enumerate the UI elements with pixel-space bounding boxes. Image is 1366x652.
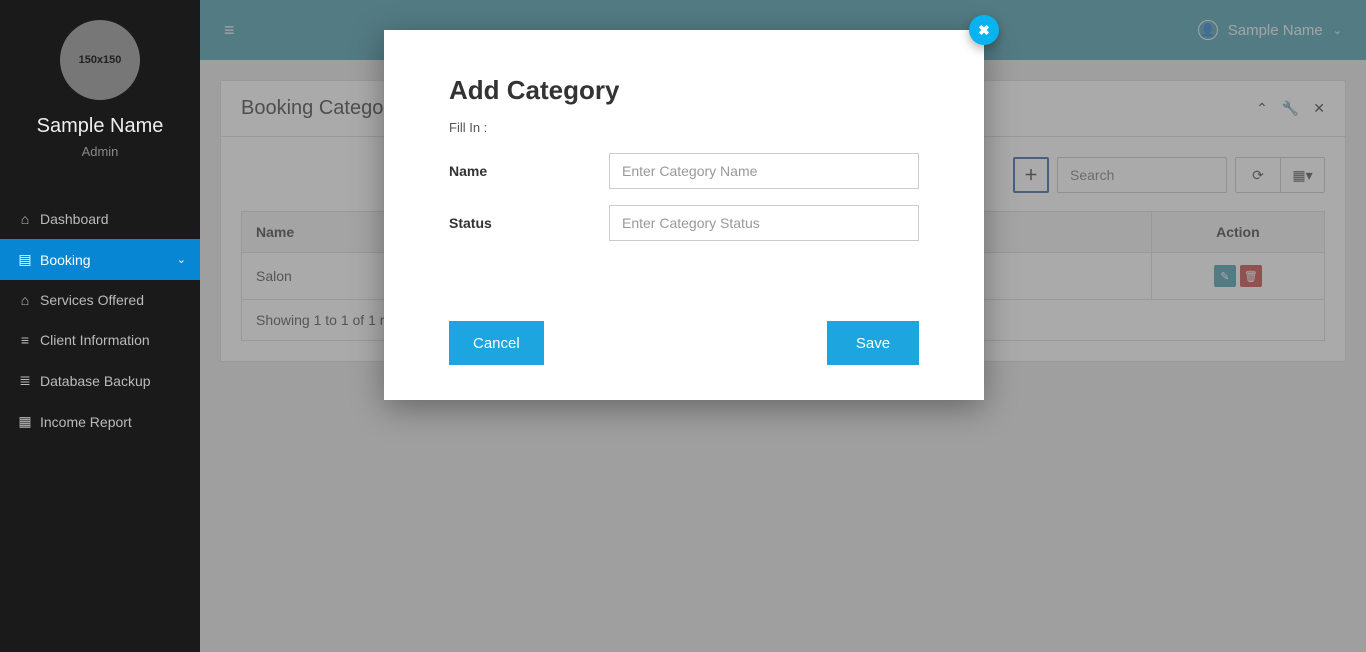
sidebar-item-label: Booking (40, 252, 91, 268)
name-label: Name (449, 163, 609, 179)
modal-subtitle: Fill In : (449, 120, 919, 135)
sidebar-item-booking[interactable]: ▤ Booking ⌄ (0, 239, 200, 280)
sidebar-profile: 150x150 Sample Name Admin (0, 0, 200, 159)
sidebar-user-role: Admin (82, 144, 119, 159)
close-icon: ✖ (978, 22, 990, 39)
form-row-status: Status (449, 205, 919, 241)
list-icon: ≡ (18, 332, 32, 348)
modal-actions: Cancel Save (449, 321, 919, 365)
sidebar-item-label: Client Information (40, 332, 150, 348)
book-icon: ▤ (18, 251, 32, 268)
modal-title: Add Category (449, 75, 919, 106)
save-button[interactable]: Save (827, 321, 919, 365)
category-status-input[interactable] (609, 205, 919, 241)
status-label: Status (449, 215, 609, 231)
modal-close-button[interactable]: ✖ (969, 15, 999, 45)
sidebar-item-label: Services Offered (40, 292, 144, 308)
sidebar-item-income[interactable]: ▦ Income Report (0, 401, 200, 442)
sidebar: 150x150 Sample Name Admin ⌂ Dashboard ▤ … (0, 0, 200, 652)
sidebar-nav: ⌂ Dashboard ▤ Booking ⌄ ⌂ Services Offer… (0, 199, 200, 442)
home-icon: ⌂ (18, 211, 32, 227)
home-icon: ⌂ (18, 292, 32, 308)
sidebar-item-label: Database Backup (40, 373, 151, 389)
database-icon: ≣ (18, 372, 32, 389)
chevron-down-icon: ⌄ (177, 253, 186, 266)
avatar: 150x150 (60, 20, 140, 100)
sidebar-item-label: Income Report (40, 414, 132, 430)
calendar-icon: ▦ (18, 413, 32, 430)
sidebar-item-dashboard[interactable]: ⌂ Dashboard (0, 199, 200, 239)
add-category-modal: ✖ Add Category Fill In : Name Status Can… (384, 30, 984, 400)
sidebar-item-services[interactable]: ⌂ Services Offered (0, 280, 200, 320)
cancel-button[interactable]: Cancel (449, 321, 544, 365)
form-row-name: Name (449, 153, 919, 189)
sidebar-user-name: Sample Name (37, 115, 164, 138)
sidebar-item-backup[interactable]: ≣ Database Backup (0, 360, 200, 401)
sidebar-item-label: Dashboard (40, 211, 109, 227)
sidebar-item-client-info[interactable]: ≡ Client Information (0, 320, 200, 360)
category-name-input[interactable] (609, 153, 919, 189)
